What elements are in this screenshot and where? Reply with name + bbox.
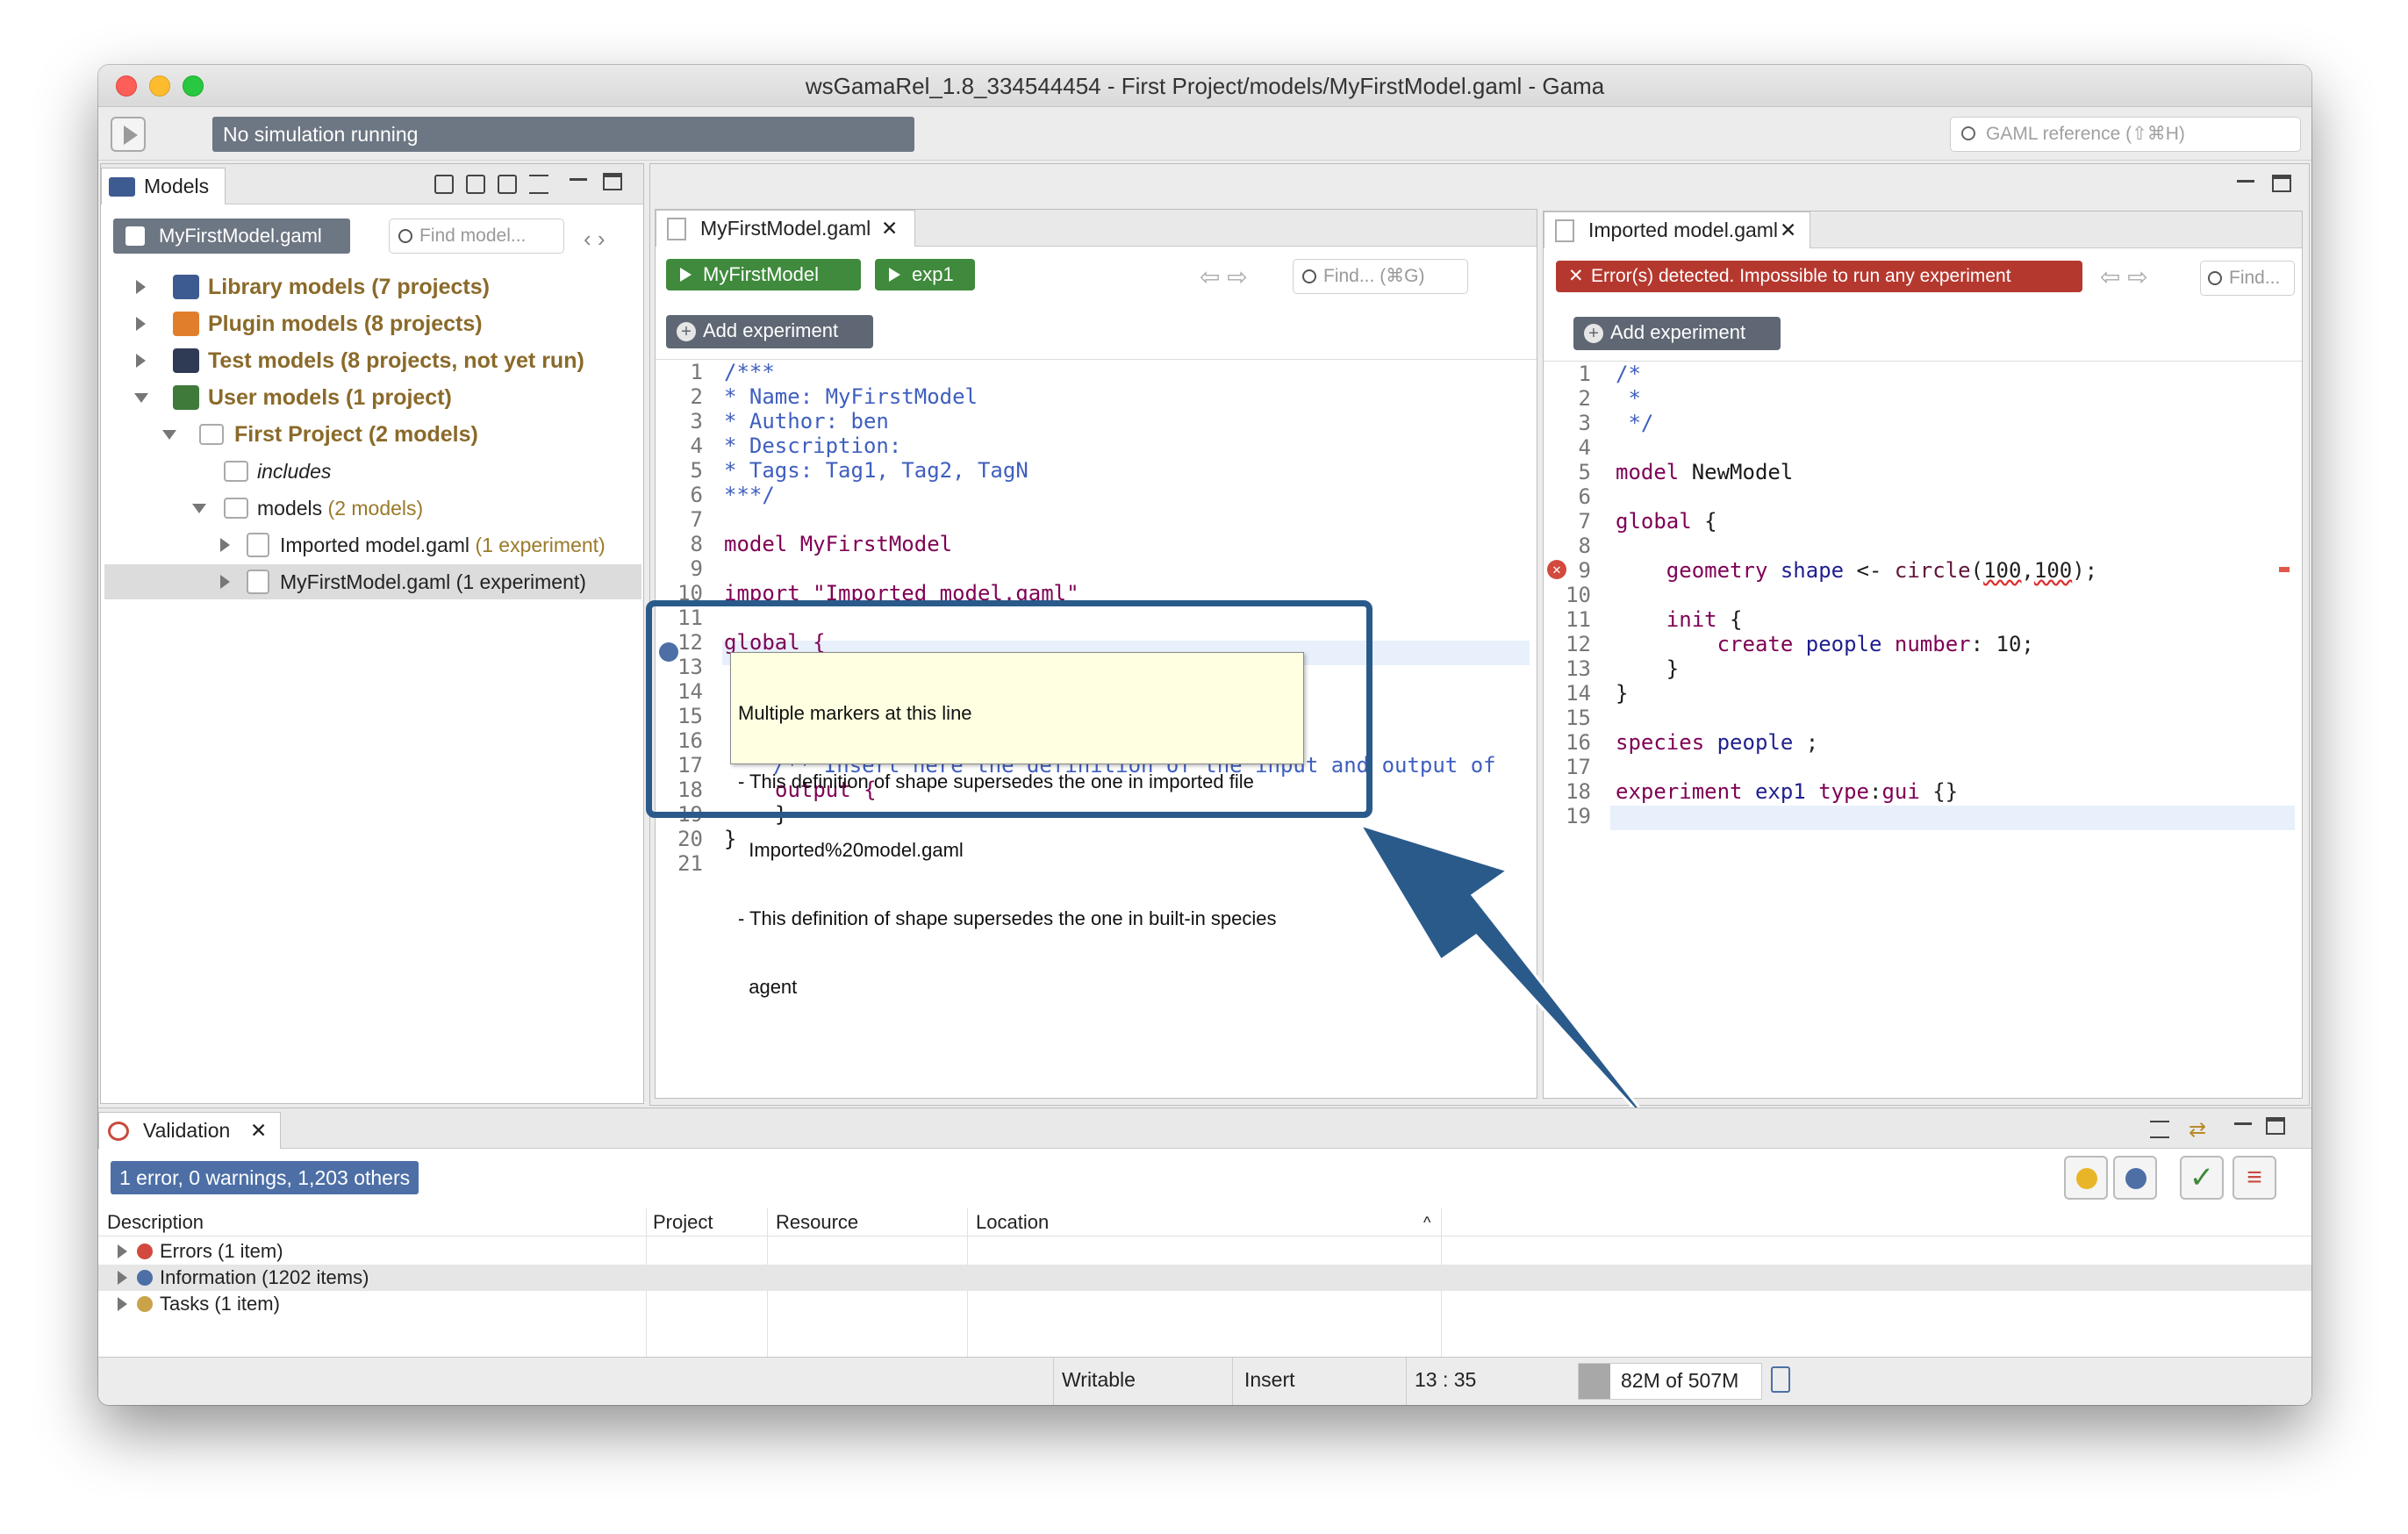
toggle-errors-button[interactable]	[2064, 1156, 2108, 1200]
status-position: 13 : 35	[1415, 1368, 1477, 1391]
sort-icon[interactable]: ^	[1423, 1208, 1430, 1237]
row-label: Errors (1 item)	[160, 1240, 283, 1262]
validation-tab[interactable]: Validation ✕	[98, 1112, 281, 1149]
status-bar: Writable Insert 13 : 35 82M of 507M	[98, 1357, 2311, 1405]
info-icon	[137, 1270, 153, 1286]
table-row[interactable]: Tasks (1 item)	[98, 1291, 2311, 1317]
status-insert: Insert	[1244, 1368, 1295, 1391]
validation-summary: 1 error, 0 warnings, 1,203 others	[111, 1161, 419, 1194]
validation-panel: Validation ✕ ⇄ 1 error, 0 warnings, 1,20…	[98, 1107, 2311, 1358]
toggle-info-button[interactable]	[2113, 1156, 2157, 1200]
column-header[interactable]: Description	[107, 1208, 204, 1237]
task-icon	[137, 1296, 153, 1312]
close-tab-icon[interactable]: ✕	[250, 1113, 267, 1148]
list-button[interactable]: ≡	[2232, 1156, 2276, 1200]
column-header[interactable]: Project	[653, 1208, 713, 1237]
filter-icon[interactable]	[2150, 1121, 2169, 1138]
table-row[interactable]: Errors (1 item)	[98, 1238, 2311, 1265]
column-header[interactable]: Resource	[776, 1208, 858, 1237]
sync-icon[interactable]: ⇄	[2189, 1117, 2206, 1143]
minimize-icon[interactable]	[2234, 1122, 2252, 1125]
table-row[interactable]: Information (1202 items)	[98, 1265, 2311, 1291]
memory-text: 82M of 507M	[1621, 1369, 1739, 1392]
info-icon	[2125, 1168, 2146, 1189]
row-label: Information (1202 items)	[160, 1266, 369, 1288]
maximize-icon[interactable]	[2266, 1117, 2285, 1135]
row-label: Tasks (1 item)	[160, 1293, 280, 1315]
column-header[interactable]: Location	[976, 1208, 1049, 1237]
memory-indicator[interactable]: 82M of 507M	[1578, 1363, 1762, 1400]
validation-table-header: Description Project Resource Location ^	[98, 1208, 2311, 1237]
error-icon	[137, 1244, 153, 1259]
validation-tab-header: Validation ✕ ⇄	[98, 1108, 2311, 1149]
validation-icon	[108, 1122, 129, 1141]
trash-icon[interactable]	[1771, 1366, 1790, 1393]
gama-window: wsGamaRel_1.8_334544454 - First Project/…	[98, 65, 2311, 1405]
status-writable: Writable	[1062, 1368, 1136, 1391]
check-all-button[interactable]: ✓	[2180, 1156, 2224, 1200]
validation-tab-label: Validation	[143, 1119, 231, 1142]
error-icon	[2076, 1168, 2097, 1189]
